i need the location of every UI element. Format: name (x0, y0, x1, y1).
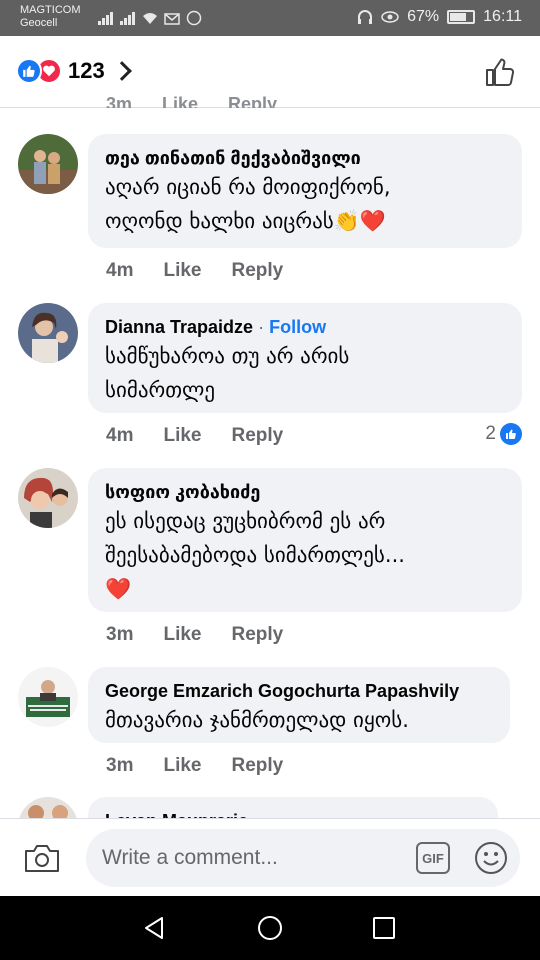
comment-meta: 3m Like Reply (106, 755, 283, 777)
comment-text: მთავარია ჯანმრთელად იყოს. (105, 708, 409, 732)
comment-time: 3m (106, 94, 133, 108)
reply-link[interactable]: Reply (228, 94, 277, 108)
comment-composer: Write a comment... GIF (0, 818, 540, 896)
avatar[interactable] (18, 468, 78, 528)
home-icon[interactable] (258, 916, 282, 940)
like-link[interactable]: Like (163, 624, 201, 646)
eye-icon (381, 11, 399, 23)
emoji-icon[interactable] (474, 841, 508, 875)
network-icons (98, 10, 202, 26)
comment-reactions[interactable]: 2 (485, 423, 522, 445)
back-icon[interactable] (142, 916, 166, 940)
comment-reaction-count: 2 (485, 423, 496, 444)
battery-percent: 67% (407, 8, 440, 25)
comment-text: ეს ისედაც ვუცხიბრომ ეს არ (105, 509, 386, 533)
recents-icon[interactable] (373, 917, 395, 939)
status-bar: MAGTICOM Geocell 67% 16:11 (0, 0, 540, 36)
chevron-right-icon (111, 61, 132, 81)
signal-icon (98, 11, 114, 25)
battery-icon (447, 10, 476, 24)
whatsapp-icon (186, 10, 202, 26)
comment-time: 4m (106, 425, 134, 446)
comment-author[interactable]: თეა თინათინ მექვაბიშვილი (105, 146, 504, 170)
comment-text: აღარ იციან რა მოიფიქრონ, (105, 175, 391, 199)
reply-link[interactable]: Reply (232, 425, 284, 447)
like-link[interactable]: Like (163, 425, 201, 447)
like-link[interactable]: Like (162, 94, 198, 108)
avatar[interactable] (18, 303, 78, 363)
like-link[interactable]: Like (163, 260, 201, 282)
comment-meta: 3m Like Reply (106, 624, 283, 646)
carrier-info: MAGTICOM Geocell (20, 4, 81, 30)
reaction-count: 123 (68, 58, 105, 83)
comment-placeholder: Write a comment... (102, 846, 278, 869)
comment-bubble: Levan Mauprarie (88, 797, 498, 818)
system-nav-bar (0, 896, 540, 960)
clock: 16:11 (483, 8, 522, 25)
carrier-1: MAGTICOM (20, 4, 81, 16)
comment-text: შეესაბამებოდა სიმართლეს... (105, 543, 405, 567)
comment-author[interactable]: სოფიო კობახიძე (105, 480, 504, 504)
signal-icon (120, 11, 136, 25)
like-link[interactable]: Like (163, 755, 201, 777)
avatar[interactable] (18, 667, 78, 727)
avatar[interactable] (18, 134, 78, 194)
comment-author-line: Dianna Trapaidze · Follow (105, 315, 504, 339)
reply-link[interactable]: Reply (232, 260, 284, 282)
carrier-2: Geocell (20, 17, 58, 29)
comment-text: სამწუხაროა თუ არ არის (105, 344, 350, 368)
comment-author[interactable]: Dianna Trapaidze (105, 317, 253, 337)
mail-icon (164, 12, 180, 25)
like-reaction-icon (16, 58, 42, 84)
reply-link[interactable]: Reply (232, 755, 284, 777)
comment-time: 4m (106, 260, 134, 281)
comment-input[interactable]: Write a comment... GIF (86, 829, 520, 887)
comment-bubble: თეა თინათინ მექვაბიშვილი აღარ იციან რა მ… (88, 134, 522, 248)
comment-author[interactable]: Levan Mauprarie (105, 809, 480, 818)
wifi-icon (143, 12, 157, 24)
comment-time: 3m (106, 755, 134, 776)
reply-link[interactable]: Reply (232, 624, 284, 646)
comment-meta: 4m Like Reply (106, 425, 283, 447)
comment-text: სიმართლე (105, 378, 216, 402)
partial-comment-meta: 3m Like Reply (106, 94, 277, 108)
comment-bubble: სოფიო კობახიძე ეს ისედაც ვუცხიბრომ ეს არ… (88, 468, 522, 612)
comment-text: ❤️ (105, 577, 132, 601)
comment-item: Levan Mauprarie (0, 797, 540, 818)
avatar[interactable] (18, 797, 78, 818)
follow-button[interactable]: Follow (269, 317, 326, 337)
comment-text: ოღონდ ხალხი აიცრას👏❤️ (105, 209, 387, 233)
camera-icon[interactable] (24, 843, 60, 873)
thumbs-up-icon[interactable] (484, 56, 516, 88)
status-right: 67% 16:11 (357, 8, 522, 26)
comment-bubble: George Emzarich Gogochurta Papashvily მთ… (88, 667, 510, 743)
comment-bubble: Dianna Trapaidze · Follow სამწუხაროა თუ … (88, 303, 522, 413)
comment-author[interactable]: George Emzarich Gogochurta Papashvily (105, 679, 492, 703)
reactions-summary[interactable]: 123 (16, 58, 132, 84)
gif-icon[interactable]: GIF (416, 842, 450, 874)
like-reaction-icon (500, 423, 522, 445)
headphones-icon (358, 10, 373, 24)
comment-time: 3m (106, 624, 134, 645)
separator-dot: · (258, 317, 265, 337)
comment-meta: 4m Like Reply (106, 260, 283, 282)
